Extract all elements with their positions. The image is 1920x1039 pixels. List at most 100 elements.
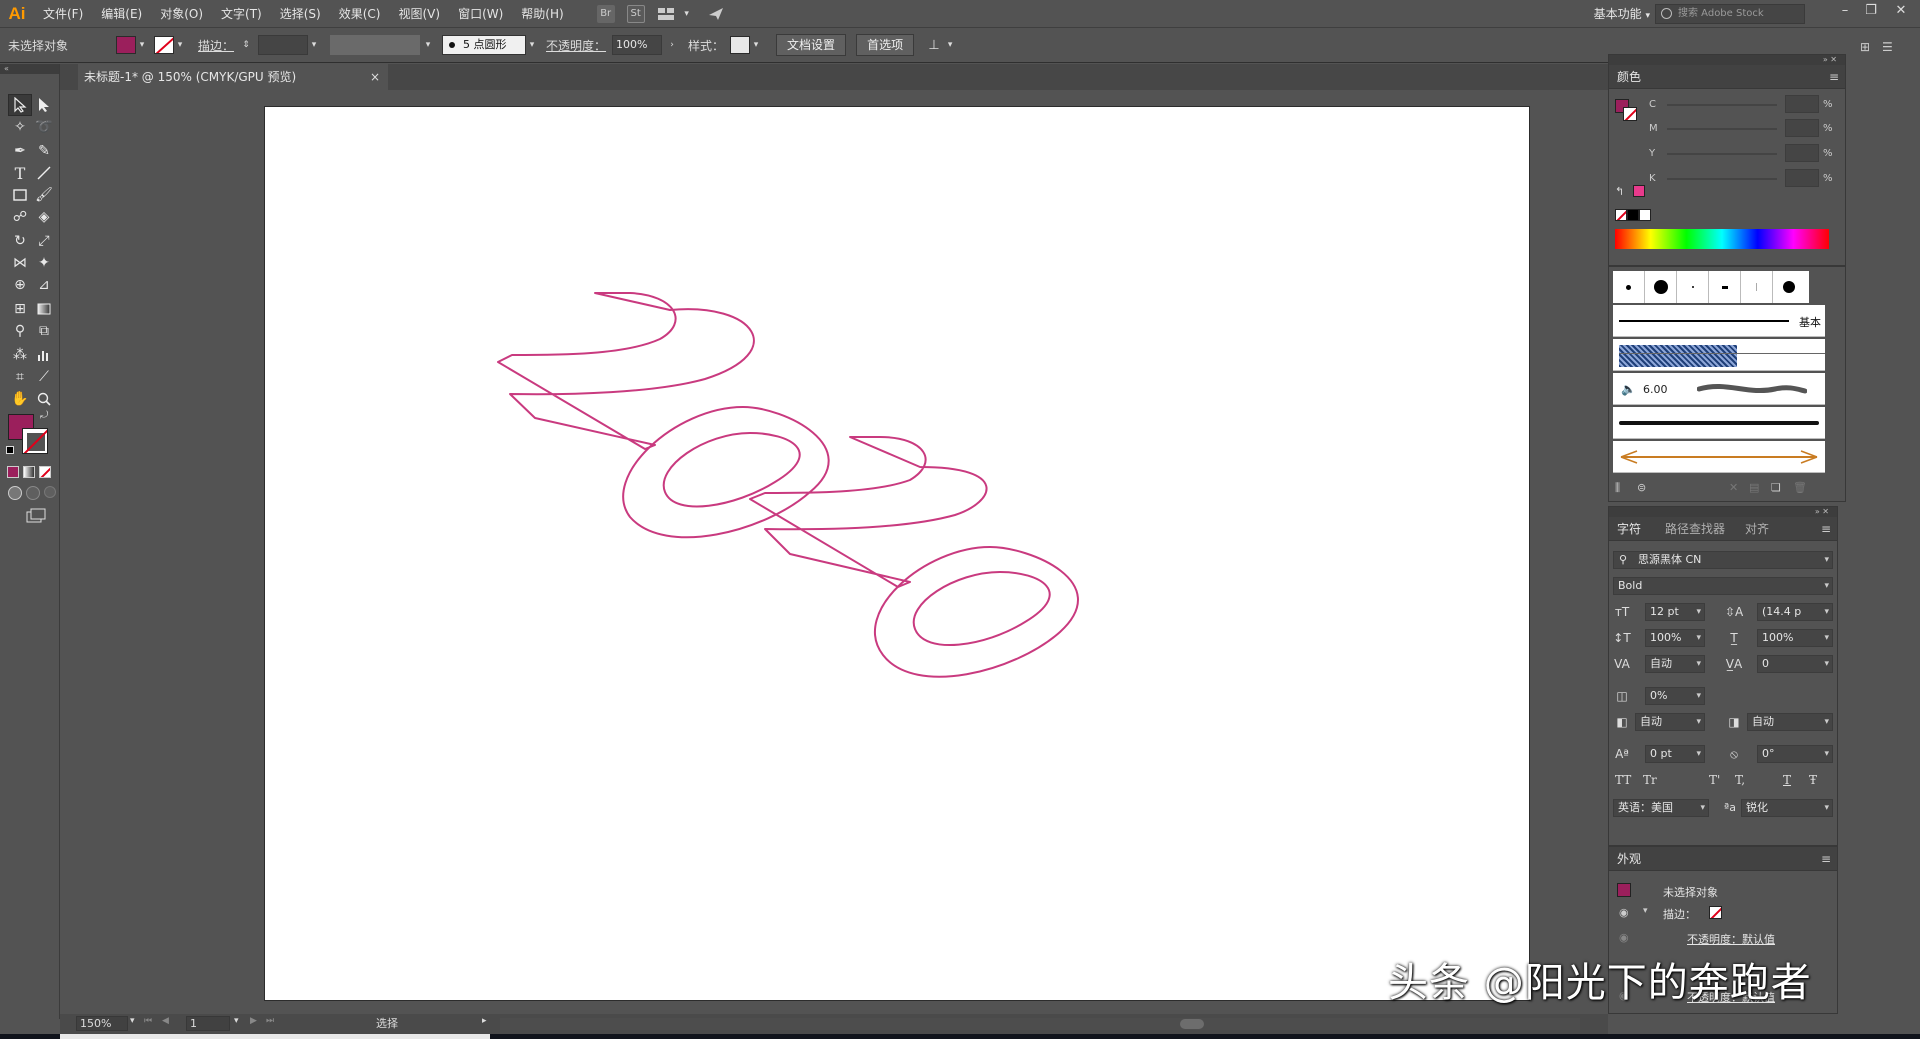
next-artboard-icon[interactable]: ▶	[250, 1016, 257, 1026]
artboard-number-field[interactable]: 1	[186, 1016, 230, 1031]
first-artboard-icon[interactable]: ⏮	[144, 1016, 152, 1026]
zoom-tool-icon[interactable]	[32, 388, 56, 410]
kerning-field[interactable]: 自动 ▾	[1645, 655, 1705, 673]
color-stroke-swatch[interactable]	[1623, 107, 1637, 121]
eyedropper-tool-icon[interactable]: ⚲	[8, 320, 32, 342]
vertical-scale-field[interactable]: 100% ▾	[1645, 629, 1705, 647]
rectangle-tool-icon[interactable]	[8, 184, 32, 206]
menu-window[interactable]: 窗口(W)	[449, 0, 512, 28]
chevron-down-icon[interactable]: ▾	[944, 40, 956, 50]
stroke-label[interactable]: 描边：	[198, 37, 234, 54]
puppet-warp-tool-icon[interactable]: ✦	[32, 252, 56, 274]
width-tool-icon[interactable]: ⋈	[8, 252, 32, 274]
chevron-down-icon[interactable]: ▾	[526, 40, 538, 50]
scale-tool-icon[interactable]: ⤢	[32, 230, 56, 252]
visibility-eye-icon[interactable]: ◉	[1619, 931, 1629, 944]
black-value-field[interactable]	[1785, 169, 1819, 187]
brush-calligraphic[interactable]: 🔈 6.00	[1613, 373, 1825, 405]
perspective-grid-tool-icon[interactable]: ⊿	[32, 274, 56, 296]
graphic-style-swatch[interactable]	[730, 36, 751, 54]
selection-tool-icon[interactable]	[8, 94, 32, 116]
chevron-down-icon[interactable]: ▾	[234, 1016, 239, 1026]
black-slider[interactable]: K%	[1649, 169, 1835, 189]
opacity-label[interactable]: 不透明度：	[546, 37, 606, 54]
visibility-eye-icon[interactable]: ◉	[1619, 906, 1629, 919]
draw-normal-icon[interactable]	[8, 486, 22, 500]
direct-selection-tool-icon[interactable]	[32, 94, 56, 116]
anti-aliasing-field[interactable]: 锐化 ▾	[1741, 799, 1833, 817]
paintbrush-tool-icon[interactable]: 🖌	[32, 184, 56, 206]
close-tab-icon[interactable]: ×	[370, 64, 380, 90]
panel-menu-icon[interactable]: ≡	[1821, 522, 1831, 536]
menu-edit[interactable]: 编辑(E)	[92, 0, 151, 28]
magenta-slider[interactable]: M%	[1649, 119, 1835, 139]
curvature-tool-icon[interactable]: ✎	[32, 140, 56, 162]
yellow-value-field[interactable]	[1785, 144, 1819, 162]
brush-definition-field[interactable]: 5 点圆形	[442, 35, 527, 55]
magic-wand-tool-icon[interactable]: ✧	[8, 116, 32, 138]
send-icon[interactable]	[707, 5, 725, 23]
prev-artboard-icon[interactable]: ◀	[162, 1016, 169, 1026]
cyan-value-field[interactable]	[1785, 95, 1819, 113]
magenta-value-field[interactable]	[1785, 119, 1819, 137]
tab-appearance[interactable]: 外观	[1609, 847, 1649, 871]
default-fill-stroke-icon[interactable]	[6, 446, 14, 454]
hand-tool-icon[interactable]: ✋	[8, 388, 32, 410]
menu-view[interactable]: 视图(V)	[389, 0, 449, 28]
draw-behind-icon[interactable]	[26, 486, 40, 500]
baseline-shift-field[interactable]: 0 pt ▾	[1645, 745, 1705, 763]
out-of-gamut-icon[interactable]: ↰	[1615, 185, 1624, 198]
horizontal-scrollbar[interactable]	[500, 1018, 1580, 1030]
tab-character[interactable]: 字符	[1609, 517, 1649, 541]
brush-preset-large[interactable]	[1645, 271, 1677, 303]
language-field[interactable]: 英语：美国 ▾	[1613, 799, 1709, 817]
menu-object[interactable]: 对象(O)	[151, 0, 212, 28]
arrange-documents-icon[interactable]	[657, 5, 675, 23]
yellow-slider[interactable]: Y%	[1649, 144, 1835, 164]
delete-brush-icon[interactable]: 🗑	[1793, 481, 1807, 494]
font-style-field[interactable]: Bold ▾	[1613, 577, 1833, 595]
chevron-right-icon[interactable]: ▸	[482, 1016, 487, 1026]
last-artboard-icon[interactable]: ⏭	[266, 1016, 274, 1026]
gradient-mode-icon[interactable]	[23, 466, 35, 478]
stroke-weight-field[interactable]	[258, 35, 309, 55]
restore-icon[interactable]: ❐	[1858, 0, 1884, 24]
stroke-none-swatch[interactable]	[154, 36, 174, 54]
appearance-opacity-default[interactable]: 不透明度：默认值	[1687, 931, 1775, 947]
column-graph-tool-icon[interactable]	[32, 344, 56, 366]
white-color-swatch[interactable]	[1639, 209, 1651, 221]
black-color-swatch[interactable]	[1627, 209, 1639, 221]
mesh-tool-icon[interactable]: ⊞	[8, 298, 32, 320]
artboard-tool-icon[interactable]: ⌗	[8, 366, 32, 388]
opacity-field[interactable]: 100%	[612, 35, 663, 55]
chevron-down-icon[interactable]: ▾	[422, 40, 434, 50]
blend-tool-icon[interactable]: ⧉	[32, 320, 56, 342]
swap-fill-stroke-icon[interactable]: ⤾	[40, 410, 48, 421]
brush-arrow[interactable]	[1613, 441, 1825, 473]
chevron-down-icon[interactable]: ▾	[136, 40, 148, 50]
brush-options-icon[interactable]: ▤	[1749, 481, 1759, 494]
slice-tool-icon[interactable]: ⟋	[32, 366, 56, 388]
none-mode-icon[interactable]	[39, 466, 51, 478]
fill-swatch[interactable]	[116, 36, 136, 54]
menu-effect[interactable]: 效果(C)	[330, 0, 390, 28]
panel-collapse-icon[interactable]: » ✕	[1609, 55, 1845, 65]
color-spectrum[interactable]	[1615, 229, 1829, 249]
align-options-icon[interactable]: ⊥	[924, 38, 944, 53]
stroke-color-swatch[interactable]	[22, 428, 48, 454]
stock-icon[interactable]: St	[626, 4, 645, 23]
pen-tool-icon[interactable]: ✒	[8, 140, 32, 162]
dock-layers-icon[interactable]: ☰	[1882, 40, 1893, 54]
line-tool-icon[interactable]	[32, 162, 56, 184]
aki-left-field[interactable]: 自动 ▾	[1635, 713, 1705, 731]
lasso-tool-icon[interactable]: ➰	[32, 116, 56, 138]
brush-charcoal[interactable]	[1613, 407, 1825, 439]
font-family-field[interactable]: ⚲ 思源黑体 CN ▾	[1613, 551, 1833, 569]
cyan-slider[interactable]: C%	[1649, 95, 1835, 115]
zoom-field[interactable]: 150%	[76, 1016, 128, 1031]
menu-file[interactable]: 文件(F)	[34, 0, 92, 28]
dock-properties-icon[interactable]: ⊞	[1860, 40, 1870, 54]
chevron-down-icon[interactable]: ▾	[308, 40, 320, 50]
tab-align[interactable]: 对齐	[1737, 517, 1777, 541]
stock-search-input[interactable]: 搜索 Adobe Stock	[1655, 4, 1805, 24]
